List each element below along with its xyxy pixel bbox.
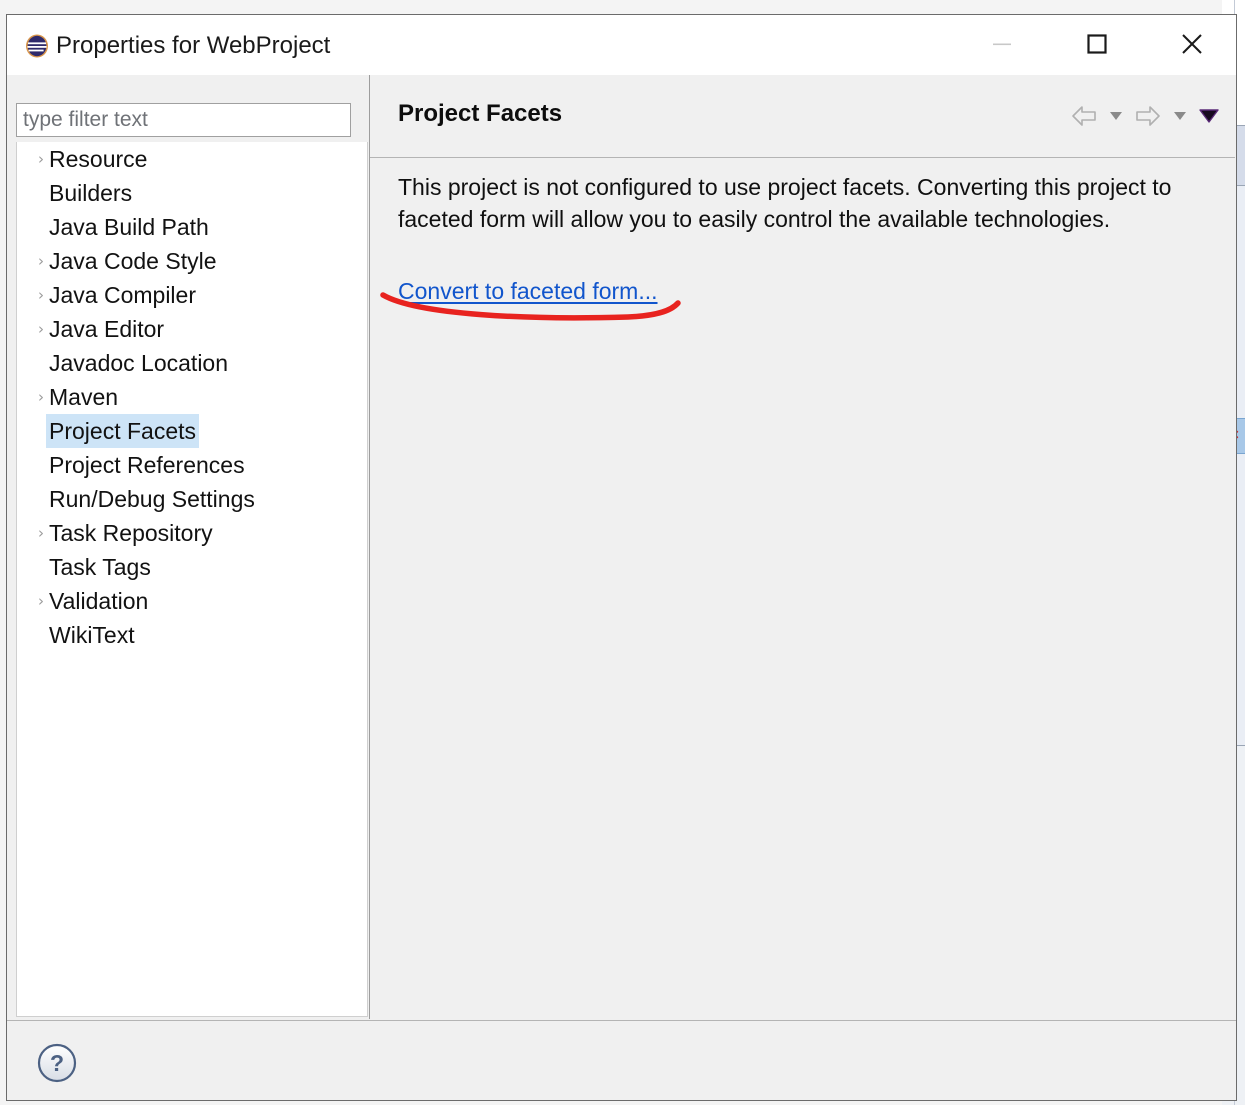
- sidebar-item-label: Run/Debug Settings: [49, 486, 255, 512]
- forward-menu-button[interactable]: [1169, 99, 1191, 133]
- sidebar-item-project-facets[interactable]: Project Facets: [17, 414, 367, 448]
- sidebar-item-run-debug-settings[interactable]: Run/Debug Settings: [17, 482, 367, 516]
- sidebar-item-label: Task Tags: [49, 554, 151, 580]
- sidebar-item-java-code-style[interactable]: › Java Code Style: [17, 244, 367, 278]
- sidebar-item-label: Resource: [49, 146, 148, 172]
- page-menu-button[interactable]: [1195, 99, 1223, 133]
- dialog-footer: ? Apply and Close Cancel: [7, 1020, 1236, 1100]
- properties-dialog: Properties for WebProject ›Resource Build…: [6, 14, 1237, 1101]
- minimize-button[interactable]: [972, 15, 1032, 73]
- sidebar-item-project-references[interactable]: Project References: [17, 448, 367, 482]
- close-icon: [1182, 34, 1202, 54]
- settings-page: Project Facets This project is not confi…: [369, 75, 1236, 1087]
- dialog-title-bar: Properties for WebProject: [7, 15, 1236, 75]
- back-arrow-icon: [1072, 106, 1096, 126]
- back-button[interactable]: [1067, 99, 1101, 133]
- sidebar-item-label: Java Editor: [49, 316, 165, 342]
- sidebar-item-label: Javadoc Location: [49, 350, 229, 376]
- close-button[interactable]: [1162, 15, 1222, 73]
- forward-button[interactable]: [1131, 99, 1165, 133]
- sidebar-item-java-editor[interactable]: › Java Editor: [17, 312, 367, 346]
- chevron-down-icon: [1110, 112, 1122, 120]
- sidebar-item-maven[interactable]: › Maven: [17, 380, 367, 414]
- dialog-title: Properties for WebProject: [56, 32, 331, 59]
- sidebar-item-builders[interactable]: Builders: [17, 176, 367, 210]
- sidebar-item-label: Builders: [49, 180, 133, 206]
- eclipse-icon: [25, 34, 49, 58]
- settings-tree[interactable]: › Resource Builders Java Build Path › Java Co…: [16, 142, 368, 1017]
- sidebar-item-resource[interactable]: › Resource: [17, 142, 367, 176]
- dialog-body: ›Resource Builders Java Build Path ›Java Co…: [7, 75, 1236, 1087]
- chevron-down-icon: [1174, 112, 1186, 120]
- page-content: This project is not configured to use pr…: [370, 159, 1235, 1087]
- maximize-button[interactable]: [1067, 15, 1127, 73]
- sidebar-item-java-compiler[interactable]: › Java Compiler: [17, 278, 367, 312]
- minimize-icon: [993, 43, 1011, 46]
- chevron-down-icon: [1199, 109, 1219, 123]
- sidebar-item-label: Java Compiler: [49, 282, 196, 308]
- sidebar-item-label: Validation: [49, 588, 149, 614]
- maximize-icon: [1087, 34, 1107, 54]
- sidebar-item-label: Project References: [49, 452, 245, 478]
- sidebar-item-label: WikiText: [49, 622, 135, 648]
- sidebar-item-java-build-path[interactable]: Java Build Path: [17, 210, 367, 244]
- sidebar-item-label: Maven: [49, 384, 119, 410]
- sidebar-item-wikitext[interactable]: WikiText: [17, 618, 367, 652]
- page-description: This project is not configured to use pr…: [398, 174, 1172, 232]
- convert-to-faceted-form-link[interactable]: Convert to faceted form...: [398, 276, 658, 306]
- forward-arrow-icon: [1136, 106, 1160, 126]
- filter-input[interactable]: [16, 103, 351, 137]
- help-button[interactable]: ?: [35, 1041, 79, 1085]
- svg-text:?: ?: [50, 1050, 64, 1076]
- sidebar-item-label: Java Code Style: [49, 248, 217, 274]
- back-menu-button[interactable]: [1105, 99, 1127, 133]
- help-icon: ?: [37, 1043, 77, 1083]
- sidebar-item-label: Task Repository: [49, 520, 213, 546]
- sidebar-item-javadoc-location[interactable]: Javadoc Location: [17, 346, 367, 380]
- page-header: Project Facets: [370, 75, 1235, 158]
- page-title: Project Facets: [398, 100, 563, 127]
- sidebar-item-label: Java Build Path: [49, 214, 209, 240]
- sidebar-item-validation[interactable]: › Validation: [17, 584, 367, 618]
- page-navigation-toolbar: [1067, 99, 1223, 133]
- sidebar-item-task-tags[interactable]: Task Tags: [17, 550, 367, 584]
- sidebar-item-label: Project Facets: [46, 414, 199, 448]
- sidebar-item-task-repository[interactable]: › Task Repository: [17, 516, 367, 550]
